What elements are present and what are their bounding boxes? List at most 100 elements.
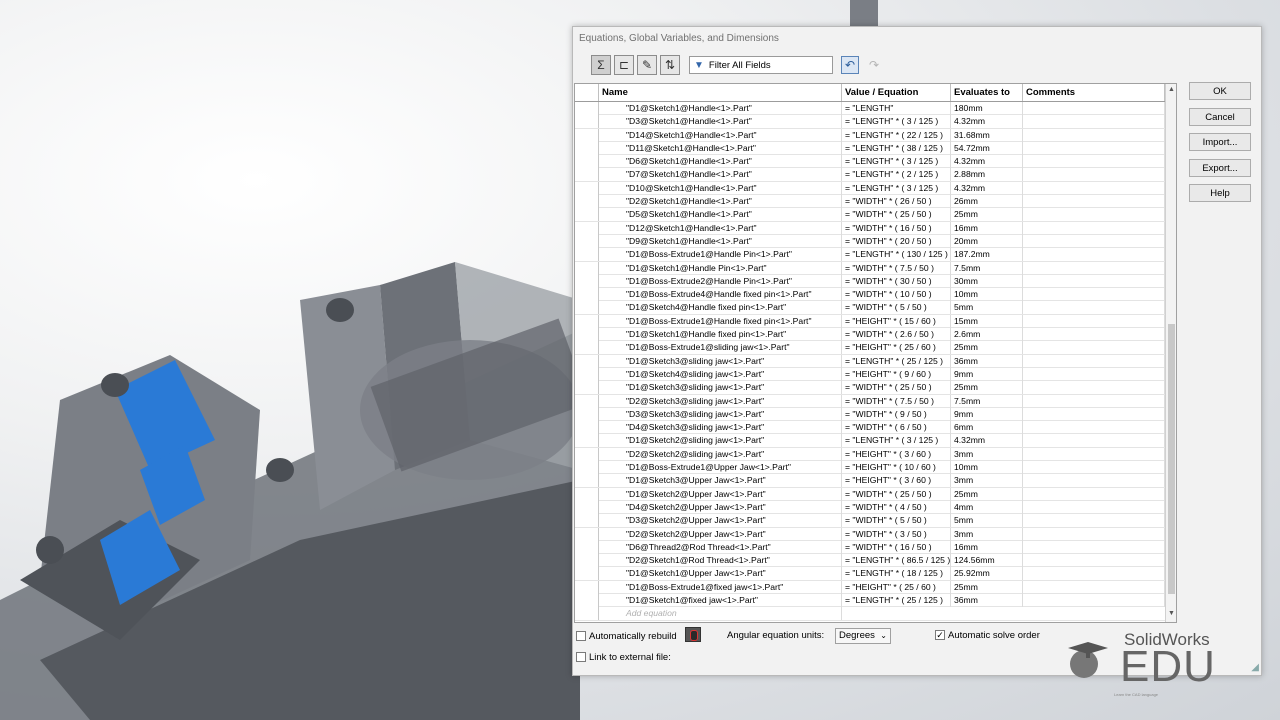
table-row[interactable]: "D1@Sketch1@Upper Jaw<1>.Part" = "LENGTH"…	[575, 567, 1165, 581]
comment-cell[interactable]	[1023, 500, 1165, 514]
name-cell[interactable]: "D11@Sketch1@Handle<1>.Part"	[599, 141, 842, 155]
name-cell[interactable]: "D1@Boss-Extrude4@Handle fixed pin<1>.Pa…	[599, 288, 842, 302]
row-selector[interactable]	[575, 248, 599, 262]
table-row[interactable]: "D2@Sketch2@sliding jaw<1>.Part" = "HEIGH…	[575, 447, 1165, 462]
value-cell[interactable]: = "HEIGHT" * ( 3 / 60 )	[842, 447, 951, 461]
table-row[interactable]: "D1@Sketch3@sliding jaw<1>.Part" = "WIDTH…	[575, 381, 1165, 395]
name-cell[interactable]: "D1@Sketch1@Upper Jaw<1>.Part"	[599, 567, 842, 581]
name-cell[interactable]: "D1@Sketch1@Handle<1>.Part"	[599, 102, 842, 115]
comment-cell[interactable]	[1023, 141, 1165, 155]
value-cell[interactable]: = "WIDTH" * ( 5 / 50 )	[842, 301, 951, 315]
table-row[interactable]: "D2@Sketch1@Rod Thread<1>.Part" = "LENGTH…	[575, 554, 1165, 568]
value-cell[interactable]: = "WIDTH" * ( 16 / 50 )	[842, 540, 951, 554]
row-selector[interactable]	[575, 434, 599, 448]
row-selector[interactable]	[575, 314, 599, 328]
value-cell[interactable]: = "LENGTH" * ( 3 / 125 )	[842, 155, 951, 169]
name-cell[interactable]: "D1@Boss-Extrude1@sliding jaw<1>.Part"	[599, 341, 842, 355]
comment-cell[interactable]	[1023, 181, 1165, 195]
comment-cell[interactable]	[1023, 381, 1165, 395]
table-row[interactable]: "D9@Sketch1@Handle<1>.Part" = "WIDTH" * (…	[575, 234, 1165, 249]
table-row[interactable]: "D1@Sketch3@sliding jaw<1>.Part" = "LENGT…	[575, 354, 1165, 368]
name-cell[interactable]: "D1@Sketch2@Upper Jaw<1>.Part"	[599, 487, 842, 501]
name-cell[interactable]: "D1@Sketch1@Handle fixed pin<1>.Part"	[599, 328, 842, 342]
rebuild-status-icon[interactable]	[685, 627, 701, 642]
value-cell[interactable]: = "LENGTH" * ( 25 / 125 )	[842, 593, 951, 607]
comment-cell[interactable]	[1023, 155, 1165, 169]
scroll-thumb[interactable]	[1168, 324, 1175, 594]
row-selector[interactable]	[575, 421, 599, 435]
sketch-equation-view-icon[interactable]: ⊏	[614, 55, 634, 75]
name-cell[interactable]: "D10@Sketch1@Handle<1>.Part"	[599, 181, 842, 195]
import-button[interactable]: Import...	[1189, 133, 1251, 151]
table-row[interactable]: "D1@Boss-Extrude1@fixed jaw<1>.Part" = "H…	[575, 580, 1165, 594]
auto-rebuild-checkbox[interactable]	[576, 631, 586, 641]
name-cell[interactable]: "D5@Sketch1@Handle<1>.Part"	[599, 208, 842, 222]
table-row[interactable]: "D11@Sketch1@Handle<1>.Part" = "LENGTH" *…	[575, 141, 1165, 156]
value-cell[interactable]: = "HEIGHT" * ( 9 / 60 )	[842, 367, 951, 381]
name-cell[interactable]: "D6@Sketch1@Handle<1>.Part"	[599, 155, 842, 169]
value-cell[interactable]: = "LENGTH" * ( 130 / 125 )	[842, 248, 951, 262]
row-selector[interactable]	[575, 447, 599, 461]
table-row[interactable]: "D1@Sketch1@Handle Pin<1>.Part" = "WIDTH"…	[575, 261, 1165, 275]
row-selector[interactable]	[575, 381, 599, 395]
name-cell[interactable]: "D12@Sketch1@Handle<1>.Part"	[599, 221, 842, 235]
table-row[interactable]: "D5@Sketch1@Handle<1>.Part" = "WIDTH" * (…	[575, 208, 1165, 222]
table-row[interactable]: "D1@Sketch1@fixed jaw<1>.Part" = "LENGTH"…	[575, 593, 1165, 608]
value-cell[interactable]: = "LENGTH" * ( 3 / 125 )	[842, 181, 951, 195]
name-cell[interactable]: "D2@Sketch3@sliding jaw<1>.Part"	[599, 394, 842, 408]
value-cell[interactable]: = "WIDTH" * ( 9 / 50 )	[842, 407, 951, 421]
value-cell[interactable]: = "LENGTH" * ( 2 / 125 )	[842, 168, 951, 182]
name-cell[interactable]: "D1@Boss-Extrude1@Handle Pin<1>.Part"	[599, 248, 842, 262]
row-selector[interactable]	[575, 102, 599, 115]
name-cell[interactable]: "D1@Sketch4@sliding jaw<1>.Part"	[599, 367, 842, 381]
comment-cell[interactable]	[1023, 567, 1165, 581]
table-row[interactable]: "D2@Sketch3@sliding jaw<1>.Part" = "WIDTH…	[575, 394, 1165, 408]
row-selector[interactable]	[575, 155, 599, 169]
value-cell[interactable]: = "LENGTH" * ( 25 / 125 )	[842, 354, 951, 368]
scroll-up-icon[interactable]: ▲	[1167, 86, 1176, 96]
row-selector[interactable]	[575, 128, 599, 142]
export-button[interactable]: Export...	[1189, 159, 1251, 177]
name-cell[interactable]: "D1@Sketch1@Handle Pin<1>.Part"	[599, 261, 842, 275]
name-cell[interactable]: "D4@Sketch3@sliding jaw<1>.Part"	[599, 421, 842, 435]
row-selector[interactable]	[575, 474, 599, 488]
value-cell[interactable]: = "WIDTH" * ( 5 / 50 )	[842, 514, 951, 528]
comment-cell[interactable]	[1023, 288, 1165, 302]
row-selector[interactable]	[575, 540, 599, 554]
comment-cell[interactable]	[1023, 208, 1165, 222]
value-cell[interactable]: = "LENGTH" * ( 22 / 125 )	[842, 128, 951, 142]
value-cell[interactable]: = "WIDTH" * ( 6 / 50 )	[842, 421, 951, 435]
table-row[interactable]: "D14@Sketch1@Handle<1>.Part" = "LENGTH" *…	[575, 128, 1165, 142]
comment-cell[interactable]	[1023, 394, 1165, 408]
value-cell[interactable]: = "HEIGHT" * ( 25 / 60 )	[842, 580, 951, 594]
header-value[interactable]: Value / Equation	[842, 84, 951, 101]
row-selector[interactable]	[575, 341, 599, 355]
name-cell[interactable]: "D14@Sketch1@Handle<1>.Part"	[599, 128, 842, 142]
scroll-down-icon[interactable]: ▼	[1167, 610, 1176, 620]
name-cell[interactable]: "D1@Boss-Extrude1@Upper Jaw<1>.Part"	[599, 461, 842, 475]
name-cell[interactable]: "D1@Sketch2@sliding jaw<1>.Part"	[599, 434, 842, 448]
value-cell[interactable]: = "WIDTH" * ( 25 / 50 )	[842, 487, 951, 501]
value-cell[interactable]: = "WIDTH" * ( 16 / 50 )	[842, 221, 951, 235]
row-selector[interactable]	[575, 168, 599, 182]
comment-cell[interactable]	[1023, 474, 1165, 488]
value-cell[interactable]: = "WIDTH" * ( 25 / 50 )	[842, 381, 951, 395]
comment-cell[interactable]	[1023, 234, 1165, 248]
name-cell[interactable]: "D2@Sketch1@Rod Thread<1>.Part"	[599, 554, 842, 568]
row-selector[interactable]	[575, 115, 599, 129]
ok-button[interactable]: OK	[1189, 82, 1251, 100]
row-selector[interactable]	[575, 527, 599, 541]
name-cell[interactable]: "D1@Boss-Extrude1@fixed jaw<1>.Part"	[599, 580, 842, 594]
comment-cell[interactable]	[1023, 514, 1165, 528]
name-cell[interactable]: "D4@Sketch2@Upper Jaw<1>.Part"	[599, 500, 842, 514]
value-cell[interactable]: = "WIDTH" * ( 30 / 50 )	[842, 274, 951, 288]
table-row[interactable]: "D1@Sketch1@Handle fixed pin<1>.Part" = "…	[575, 328, 1165, 342]
table-row[interactable]: "D1@Boss-Extrude4@Handle fixed pin<1>.Pa…	[575, 288, 1165, 302]
name-cell[interactable]: "D3@Sketch2@Upper Jaw<1>.Part"	[599, 514, 842, 528]
name-cell[interactable]: "D1@Sketch3@Upper Jaw<1>.Part"	[599, 474, 842, 488]
add-equation-placeholder[interactable]: Add equation	[599, 607, 842, 621]
ordered-view-icon[interactable]: ⇅	[660, 55, 680, 75]
comment-cell[interactable]	[1023, 301, 1165, 315]
value-cell[interactable]: = "LENGTH" * ( 86.5 / 125 )	[842, 554, 951, 568]
table-row[interactable]: "D1@Sketch2@sliding jaw<1>.Part" = "LENGT…	[575, 434, 1165, 448]
